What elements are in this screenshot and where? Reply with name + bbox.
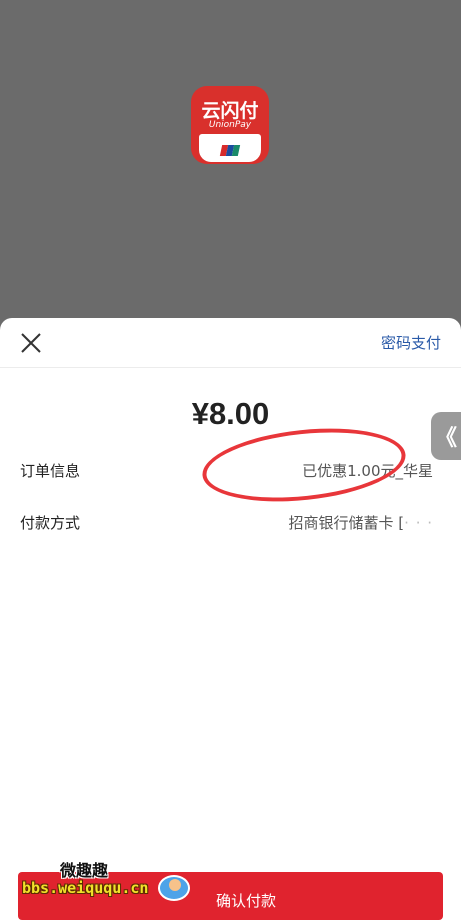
password-pay-link[interactable]: 密码支付 <box>381 332 441 353</box>
unionpay-app-logo: 云闪付 UnionPay <box>191 86 269 164</box>
mascot-icon <box>158 875 190 901</box>
close-icon <box>21 333 41 353</box>
close-button[interactable] <box>14 330 48 356</box>
unionpay-flag-icon <box>219 145 241 156</box>
masked-card-number: · · · <box>404 514 433 532</box>
order-info-label: 订单信息 <box>20 462 81 480</box>
payment-sheet: 密码支付 ¥8.00 订单信息 已优惠1.00元_华星 付款方式 招商银行储蓄卡… <box>0 318 461 920</box>
payment-card-name: 招商银行储蓄卡 [ <box>288 514 405 532</box>
watermark: 微趣趣 bbs.weiququ.cn <box>20 853 200 913</box>
watermark-title: 微趣趣 <box>60 861 109 880</box>
payment-amount: ¥8.00 <box>191 396 270 431</box>
app-logo-subtitle: UnionPay <box>208 120 252 130</box>
confirm-payment-label: 确认付款 <box>216 892 277 910</box>
watermark-url: bbs.weiququ.cn <box>22 879 149 897</box>
app-logo-brand: 云闪付 <box>201 100 259 122</box>
payment-method-value: 招商银行储蓄卡 [· · · <box>289 512 433 533</box>
chevron-left-icon: 《 <box>434 426 457 451</box>
dimmed-backdrop[interactable]: 云闪付 UnionPay <box>0 0 461 320</box>
sheet-header: 密码支付 <box>0 318 461 368</box>
side-floating-tab[interactable]: 《 <box>431 412 461 460</box>
payment-method-row[interactable]: 付款方式 招商银行储蓄卡 [· · · <box>0 510 461 536</box>
payment-method-label: 付款方式 <box>20 514 81 532</box>
